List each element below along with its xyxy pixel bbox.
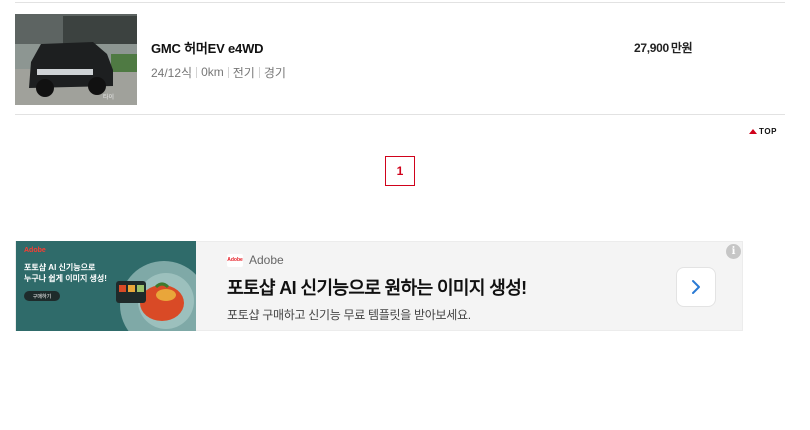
chevron-right-icon [692,280,700,294]
spec-region: 경기 [263,65,286,80]
spec-separator [196,66,198,78]
ad-image-brand: Adobe [24,247,46,254]
ad-info-icon[interactable]: i [726,244,741,259]
car-price: 27,900 만원 [634,39,693,56]
spec-mileage: 0km [201,65,224,79]
car-title[interactable]: GMC 허머EV e4WD [151,38,631,57]
spec-year: 24/12식 [151,65,193,80]
ad-brand: Adobe [249,253,284,267]
price-unit: 만원 [670,41,693,55]
ad-body: Adobe Adobe 포토샵 AI 신기능으로 원하는 이미지 생성! 포토샵… [227,242,657,330]
ad-illustration [16,241,196,331]
adobe-logo-icon: Adobe [227,253,243,267]
scroll-top-button[interactable]: TOP [749,127,777,136]
car-photo: 타이 [15,13,137,105]
ad-headline[interactable]: 포토샵 AI 신기능으로 원하는 이미지 생성! [227,274,657,300]
adobe-logo-text: Adobe [227,257,243,263]
ad-banner[interactable]: Adobe 포토샵 AI 신기능으로 누구나 쉽게 이미지 생성! 구매하기 A… [15,241,743,331]
car-info: GMC 허머EV e4WD 24/12식 0km 전기 경기 [151,38,631,81]
spec-separator [258,66,260,78]
bottom-divider [15,114,785,115]
svg-text:타이: 타이 [103,93,114,101]
ad-image-line2: 누구나 쉽게 이미지 생성! [24,274,107,283]
ad-description: 포토샵 구매하고 신기능 무료 템플릿을 받아보세요. [227,308,471,322]
price-value: 27,900 [634,41,669,55]
ad-brand-row: Adobe Adobe [227,253,657,267]
spec-separator [227,66,229,78]
ad-cta-button[interactable] [676,267,716,307]
spec-fuel: 전기 [232,65,255,80]
car-listing-row[interactable]: 타이 GMC 허머EV e4WD 24/12식 0km 전기 경기 [15,13,785,105]
caret-up-icon [749,129,757,134]
ad-image[interactable]: Adobe 포토샵 AI 신기능으로 누구나 쉽게 이미지 생성! 구매하기 [16,241,196,331]
car-thumbnail[interactable]: 타이 [15,13,137,105]
ad-image-buy-button[interactable]: 구매하기 [24,291,60,301]
ad-image-line1: 포토샵 AI 신기능으로 [24,263,96,272]
page-button-current[interactable]: 1 [385,156,415,186]
top-label: TOP [759,127,778,136]
car-specs: 24/12식 0km 전기 경기 [151,64,631,81]
top-divider [15,2,785,3]
